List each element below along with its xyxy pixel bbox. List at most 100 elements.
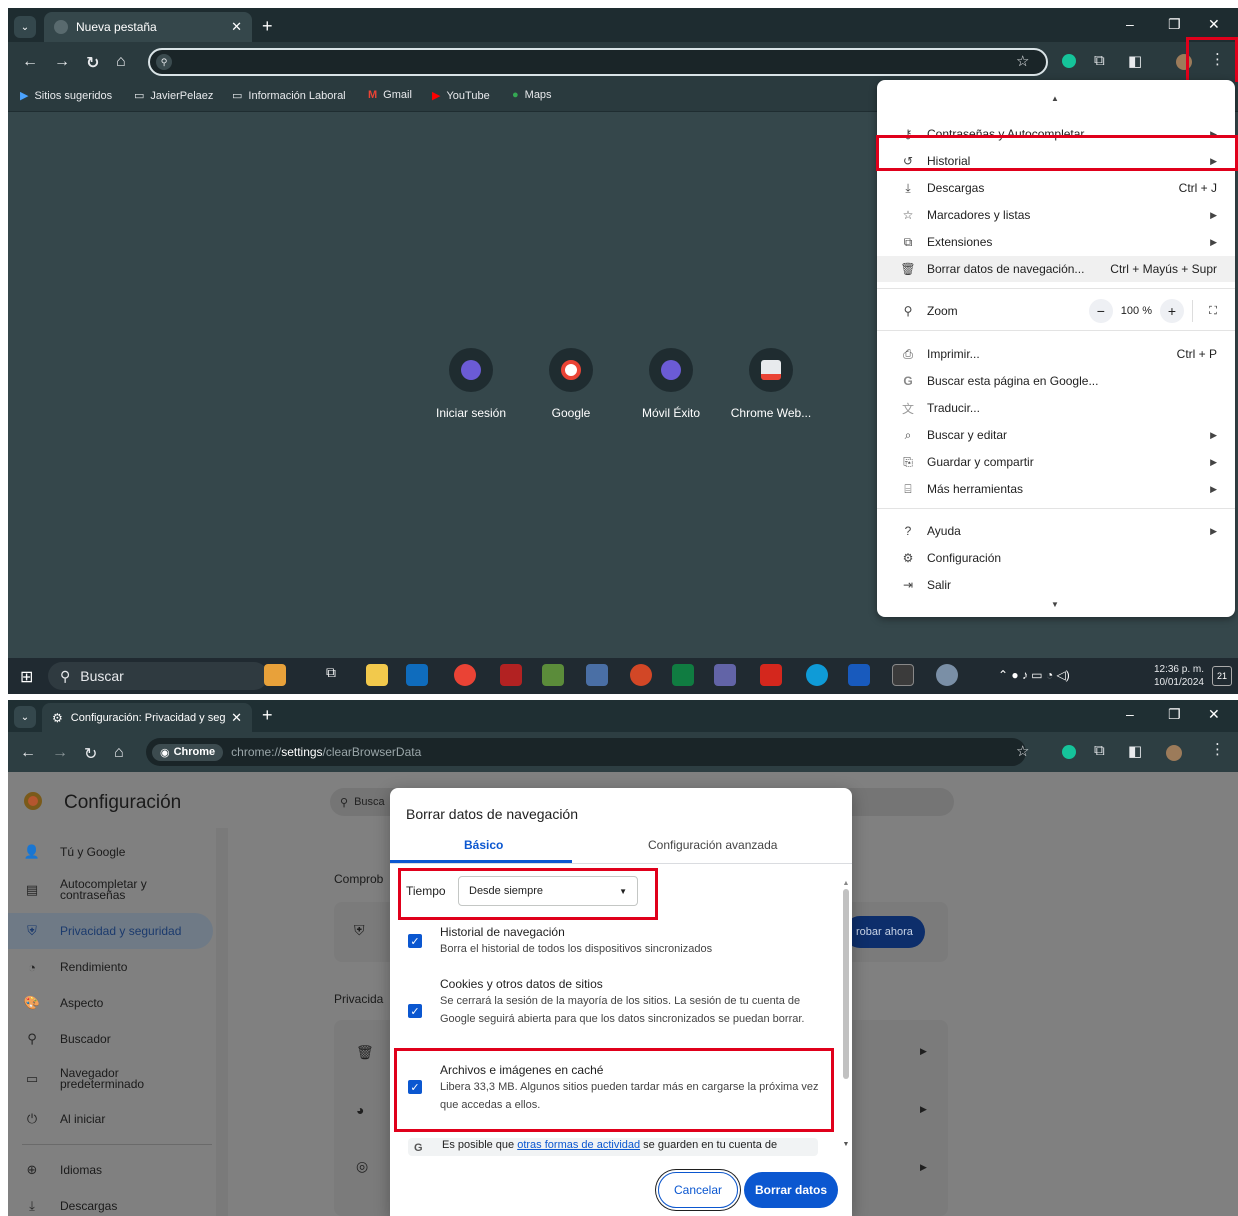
- clear-data-button[interactable]: Borrar datos: [744, 1172, 838, 1208]
- forward-button[interactable]: →: [54, 53, 70, 71]
- history-checkbox[interactable]: ✓: [408, 934, 422, 948]
- sidebar-item-privacy[interactable]: ⛨ Privacidad y seguridad: [8, 913, 213, 949]
- grammarly-icon[interactable]: [1062, 745, 1076, 759]
- edge-icon[interactable]: [806, 664, 828, 686]
- restore-button[interactable]: ❐: [1168, 16, 1181, 33]
- back-button[interactable]: ←: [20, 744, 36, 762]
- file-explorer-icon[interactable]: [366, 664, 388, 686]
- scroll-down-icon[interactable]: ▼: [1051, 600, 1059, 609]
- tab-search-button[interactable]: ⌄: [14, 706, 36, 728]
- menu-item-translate[interactable]: 文 Traducir...: [877, 395, 1235, 421]
- extensions-icon[interactable]: ⧉: [1094, 52, 1105, 69]
- new-tab-button[interactable]: +: [262, 705, 273, 725]
- tray-icons[interactable]: ⌃ ● ♪ ▭ ◔ ◁): [998, 668, 1070, 682]
- menu-item-help[interactable]: ? Ayuda ▶: [877, 518, 1235, 544]
- close-tab-icon[interactable]: ✕: [231, 710, 242, 726]
- powerpoint-icon[interactable]: [630, 664, 652, 686]
- sidebar-item-downloads[interactable]: ⤓ Descargas: [8, 1188, 213, 1216]
- cancel-button[interactable]: Cancelar: [658, 1172, 738, 1208]
- chrome-icon[interactable]: [454, 664, 476, 686]
- bookmark-informacion-laboral[interactable]: ▭ Información Laboral: [232, 89, 346, 103]
- sidebar-item-default-browser[interactable]: ▭ Navegador predeterminado: [8, 1061, 213, 1097]
- chevron-right-icon[interactable]: ▶: [920, 1162, 927, 1173]
- menu-kebab-icon[interactable]: ⋮: [1210, 740, 1225, 758]
- close-window-button[interactable]: ✕: [1208, 16, 1220, 33]
- star-icon[interactable]: ☆: [1016, 742, 1029, 760]
- sidebar-item-languages[interactable]: ⊕ Idiomas: [8, 1152, 213, 1188]
- grammarly-icon[interactable]: [1062, 54, 1076, 68]
- menu-item-bookmarks[interactable]: ☆ Marcadores y listas ▶: [877, 202, 1235, 228]
- network-app-icon[interactable]: [586, 664, 608, 686]
- acrobat-icon[interactable]: [760, 664, 782, 686]
- shortcut-movil-exito[interactable]: Móvil Éxito: [626, 348, 716, 420]
- menu-item-clear-browsing-data[interactable]: 🗑 Borrar datos de navegación... Ctrl + May…: [877, 256, 1235, 282]
- address-bar[interactable]: ⚲: [148, 48, 1048, 76]
- bookmark-maps[interactable]: ● Maps: [512, 89, 552, 101]
- address-bar[interactable]: ◉ Chrome chrome://settings/clearBrowserDa…: [146, 738, 1026, 766]
- windows-start-icon[interactable]: ⊞: [20, 667, 33, 687]
- tab-search-button[interactable]: ⌄: [14, 16, 36, 38]
- clock[interactable]: 12:36 p. m. 10/01/2024: [1154, 663, 1204, 689]
- close-window-button[interactable]: ✕: [1208, 706, 1220, 723]
- menu-item-extensions[interactable]: ⧉ Extensiones ▶: [877, 229, 1235, 255]
- zoom-out-button[interactable]: −: [1088, 299, 1113, 323]
- reload-button[interactable]: ↻: [86, 53, 99, 73]
- menu-item-save-share[interactable]: ⎘ Guardar y compartir ▶: [877, 449, 1235, 475]
- app-icon[interactable]: [542, 664, 564, 686]
- sidebar-item-you-and-google[interactable]: 👤 Tú y Google: [8, 834, 213, 870]
- filezilla-icon[interactable]: [500, 664, 522, 686]
- other-activity-link[interactable]: otras formas de actividad: [517, 1139, 640, 1151]
- bookmark-suggested[interactable]: ▶ Sitios sugeridos: [20, 89, 112, 103]
- scroll-up-icon[interactable]: ▲: [1051, 94, 1059, 103]
- dialog-scrollbar[interactable]: ▲ ▼: [842, 880, 850, 1155]
- scroll-down-icon[interactable]: ▼: [842, 1141, 850, 1148]
- reload-button[interactable]: ↻: [84, 744, 97, 764]
- bookmark-gmail[interactable]: M Gmail: [368, 89, 412, 101]
- menu-item-downloads[interactable]: ⤓ Descargas Ctrl + J: [877, 175, 1235, 201]
- sidebar-item-on-startup[interactable]: ⏻ Al iniciar: [8, 1101, 213, 1137]
- home-button[interactable]: ⌂: [116, 53, 126, 71]
- tab-advanced[interactable]: Configuración avanzada: [648, 838, 777, 852]
- cookies-checkbox[interactable]: ✓: [408, 1004, 422, 1018]
- sidebar-item-autofill[interactable]: ▤ Autocompletar y contraseñas: [8, 872, 213, 908]
- avatar[interactable]: [1166, 745, 1182, 761]
- sidebar-scrollbar[interactable]: [216, 828, 228, 1216]
- tab-new-tab[interactable]: Nueva pestaña ✕: [44, 12, 252, 42]
- home-button[interactable]: ⌂: [114, 744, 124, 762]
- shortcut-google[interactable]: Google: [526, 348, 616, 420]
- minimize-button[interactable]: –: [1126, 16, 1134, 32]
- extensions-icon[interactable]: ⧉: [1094, 742, 1105, 759]
- chevron-right-icon[interactable]: ▶: [920, 1046, 927, 1057]
- terminal-icon[interactable]: [892, 664, 914, 686]
- tab-basic[interactable]: Básico: [464, 838, 503, 852]
- briefcase-app-icon[interactable]: [264, 664, 286, 686]
- restore-button[interactable]: ❐: [1168, 706, 1181, 723]
- menu-item-settings[interactable]: ⚙ Configuración: [877, 545, 1235, 571]
- side-panel-icon[interactable]: ◧: [1128, 742, 1142, 760]
- scroll-thumb[interactable]: [843, 889, 849, 1079]
- shortcut-iniciar-sesion[interactable]: Iniciar sesión: [426, 348, 516, 420]
- menu-item-find-edit[interactable]: ⌕ Buscar y editar ▶: [877, 422, 1235, 448]
- chevron-right-icon[interactable]: ▶: [920, 1104, 927, 1115]
- sidebar-item-search-engine[interactable]: ⚲ Buscador: [8, 1021, 213, 1057]
- sidebar-item-appearance[interactable]: 🎨 Aspecto: [8, 985, 213, 1021]
- sidebar-item-performance[interactable]: ◔ Rendimiento: [8, 949, 213, 985]
- back-button[interactable]: ←: [22, 53, 38, 71]
- teams-icon[interactable]: [714, 664, 736, 686]
- word-icon[interactable]: [848, 664, 870, 686]
- forward-button[interactable]: →: [52, 744, 68, 762]
- side-panel-icon[interactable]: ◧: [1128, 52, 1142, 70]
- menu-item-search-google[interactable]: G Buscar esta página en Google...: [877, 368, 1235, 394]
- task-view-icon[interactable]: ⧉: [326, 664, 348, 686]
- bookmark-youtube[interactable]: ▶ YouTube: [432, 89, 490, 103]
- scroll-up-icon[interactable]: ▲: [842, 880, 850, 887]
- check-now-button[interactable]: robar ahora: [844, 916, 925, 948]
- zoom-in-button[interactable]: +: [1160, 299, 1184, 323]
- menu-item-print[interactable]: ⎙ Imprimir... Ctrl + P: [877, 341, 1235, 367]
- minimize-button[interactable]: –: [1126, 706, 1134, 722]
- notifications-badge[interactable]: 21: [1212, 666, 1232, 686]
- tab-settings[interactable]: ⚙ Configuración: Privacidad y seg ✕: [42, 703, 252, 733]
- excel-icon[interactable]: [672, 664, 694, 686]
- fullscreen-icon[interactable]: ⛶: [1201, 299, 1225, 323]
- new-tab-button[interactable]: +: [262, 16, 273, 36]
